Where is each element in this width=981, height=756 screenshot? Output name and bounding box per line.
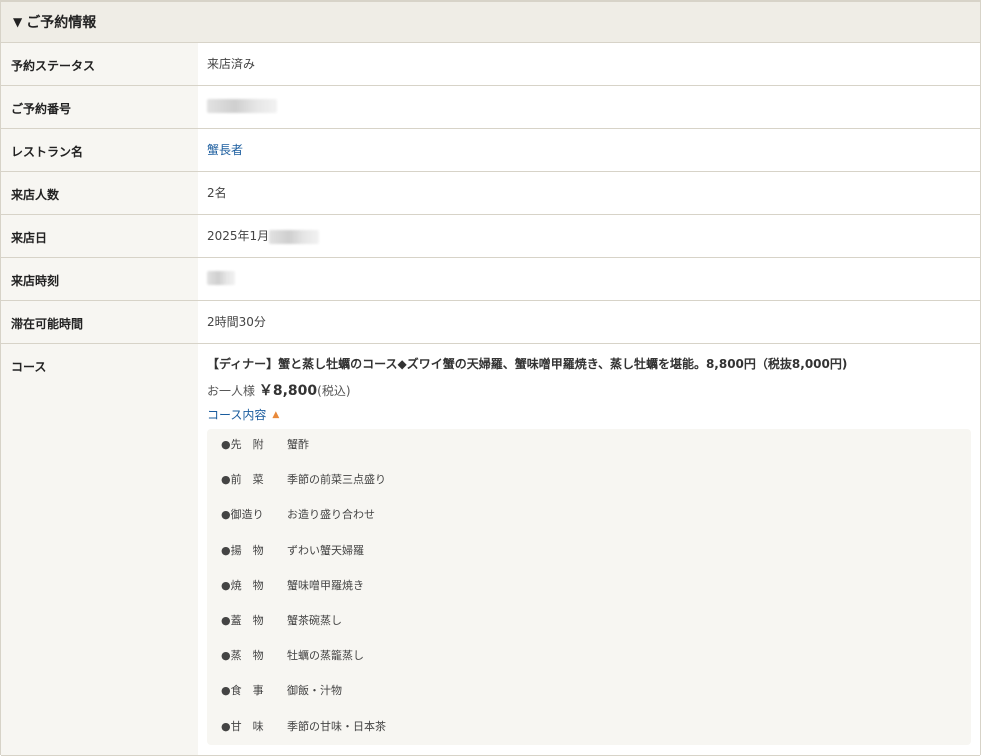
row-course: コース 【ディナー】蟹と蒸し牡蠣のコース◆ズワイ蟹の天婦羅、蟹味噌甲羅焼き、蒸し…	[1, 344, 980, 756]
caret-up-icon[interactable]: ▲	[272, 410, 279, 420]
list-item: ●先 附 蟹酢	[221, 436, 971, 471]
party-size-label: 来店人数	[1, 172, 198, 214]
course-price: お一人様 ￥8,800(税込)	[207, 380, 980, 400]
visit-time-label: 来店時刻	[1, 258, 198, 300]
row-visit-time: 来店時刻	[1, 258, 980, 301]
list-item: ●焼 物 蟹味噌甲羅焼き	[221, 577, 971, 612]
course-value: 【ディナー】蟹と蒸し牡蠣のコース◆ズワイ蟹の天婦羅、蟹味噌甲羅焼き、蒸し牡蠣を堪…	[198, 344, 980, 755]
menu-category: ●前 菜	[221, 473, 264, 487]
visit-time-value	[198, 258, 980, 300]
list-item: ●食 事 御飯・汁物	[221, 682, 971, 717]
reservation-number-value	[198, 86, 980, 128]
course-contents-toggle[interactable]: コース内容 ▲	[207, 406, 279, 423]
menu-dish: 季節の甘味・日本茶	[287, 719, 386, 733]
row-status: 予約ステータス 来店済み	[1, 43, 980, 86]
menu-category: ●甘 味	[221, 719, 264, 733]
price-prefix: お一人様	[207, 384, 256, 398]
menu-category: ●揚 物	[221, 543, 264, 557]
row-reservation-number: ご予約番号	[1, 86, 980, 129]
list-item: ●蒸 物 牡蠣の蒸籠蒸し	[221, 647, 971, 682]
menu-category: ●蒸 物	[221, 649, 264, 663]
visit-date-value: 2025年1月	[198, 215, 980, 257]
redacted-visit-day	[269, 229, 320, 244]
price-suffix: (税込)	[317, 384, 351, 398]
status-value: 来店済み	[207, 57, 256, 71]
collapse-triangle-icon[interactable]: ▼	[13, 15, 22, 29]
menu-category: ●食 事	[221, 684, 264, 698]
stay-duration-value: 2時間30分	[207, 315, 266, 329]
status-label: 予約ステータス	[1, 43, 198, 85]
reservation-info-panel: ▼ ご予約情報 予約ステータス 来店済み ご予約番号 レストラン名 蟹長者 来店…	[0, 0, 981, 756]
row-visit-date: 来店日 2025年1月	[1, 215, 980, 258]
visit-date-label: 来店日	[1, 215, 198, 257]
menu-dish: 蟹茶碗蒸し	[287, 613, 342, 627]
section-title: ご予約情報	[26, 15, 97, 31]
menu-category: ●蓋 物	[221, 613, 264, 627]
stay-duration-label: 滞在可能時間	[1, 301, 198, 343]
menu-dish: 牡蠣の蒸籠蒸し	[287, 649, 364, 663]
row-stay-duration: 滞在可能時間 2時間30分	[1, 301, 980, 344]
menu-category: ●先 附	[221, 438, 264, 451]
list-item: ●甘 味 季節の甘味・日本茶	[221, 718, 971, 753]
menu-dish: 御飯・汁物	[287, 684, 342, 698]
redacted-reservation-number	[207, 98, 277, 113]
restaurant-link[interactable]: 蟹長者	[207, 143, 243, 157]
menu-category: ●焼 物	[221, 578, 264, 592]
row-restaurant: レストラン名 蟹長者	[1, 129, 980, 172]
course-contents-toggle-label[interactable]: コース内容	[207, 406, 266, 423]
list-item: ●前 菜 季節の前菜三点盛り	[221, 471, 971, 506]
list-item: ●蓋 物 蟹茶碗蒸し	[221, 612, 971, 647]
restaurant-label: レストラン名	[1, 129, 198, 171]
row-party-size: 来店人数 2名	[1, 172, 980, 215]
list-item: ●御造り お造り盛り合わせ	[221, 506, 971, 541]
course-menu-list: ●先 附 蟹酢 ●前 菜 季節の前菜三点盛り ●御造り お造り盛り合わせ ●揚 …	[207, 429, 971, 745]
visit-date-prefix: 2025年1月	[207, 229, 270, 243]
list-item: ●揚 物 ずわい蟹天婦羅	[221, 542, 971, 577]
menu-dish: ずわい蟹天婦羅	[287, 543, 364, 557]
menu-dish: お造り盛り合わせ	[287, 508, 375, 522]
section-header[interactable]: ▼ ご予約情報	[1, 0, 980, 43]
price-amount: ￥8,800	[258, 383, 318, 399]
menu-dish: 蟹酢	[287, 438, 309, 451]
menu-dish: 蟹味噌甲羅焼き	[287, 578, 364, 592]
menu-category: ●御造り	[221, 508, 264, 522]
menu-dish: 季節の前菜三点盛り	[287, 473, 386, 487]
redacted-visit-time	[207, 270, 235, 285]
course-label: コース	[1, 344, 198, 755]
reservation-number-label: ご予約番号	[1, 86, 198, 128]
party-size-value: 2名	[207, 186, 227, 200]
course-title: 【ディナー】蟹と蒸し牡蠣のコース◆ズワイ蟹の天婦羅、蟹味噌甲羅焼き、蒸し牡蠣を堪…	[207, 357, 848, 371]
